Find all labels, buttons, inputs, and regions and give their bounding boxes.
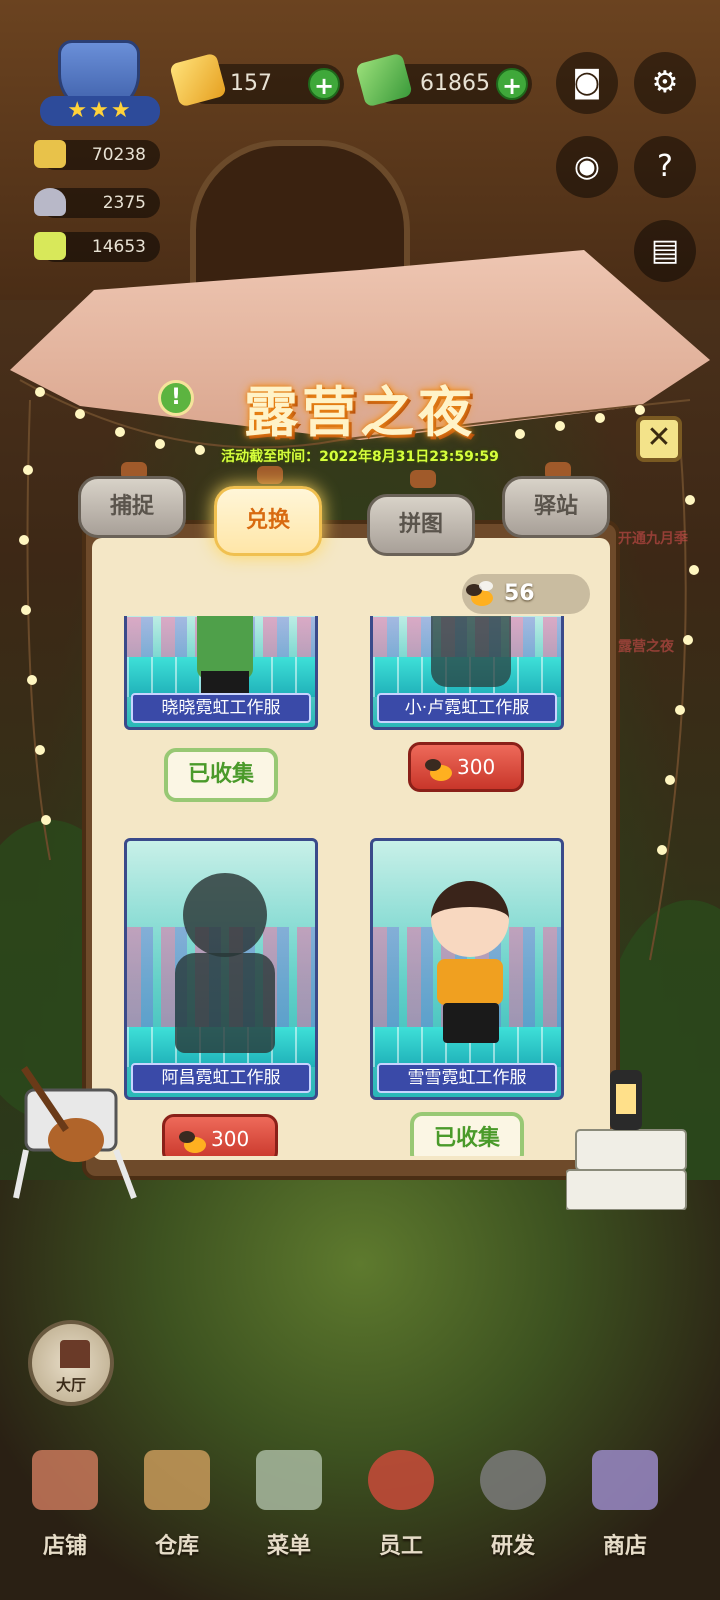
add-gold-button[interactable]: + [308, 68, 340, 100]
price: 300 [211, 1127, 250, 1151]
gold-amount: 157 [230, 71, 272, 96]
nav-menu[interactable]: 菜单 [234, 1440, 344, 1590]
firefly-icon [179, 1131, 206, 1153]
character-figure [197, 616, 253, 679]
eye-icon: ◉ [573, 149, 601, 184]
character-shirt [437, 959, 503, 1005]
add-cash-button[interactable]: + [496, 68, 528, 100]
side-event-label[interactable]: 露营之夜 [618, 636, 674, 656]
character-head [431, 881, 509, 957]
house-icon [60, 1340, 90, 1368]
buy-button[interactable]: 300 [408, 742, 524, 792]
tab-station[interactable]: 驿站 [502, 476, 610, 538]
item-name: 晓晓霓虹工作服 [131, 693, 311, 723]
settings-button[interactable]: ⚙ [634, 52, 696, 114]
item-name: 阿昌霓虹工作服 [131, 1063, 311, 1093]
tab-exchange[interactable]: 兑换 [214, 486, 322, 556]
item-scroll-list[interactable]: 晓晓霓虹工作服 已收集 小·卢霓虹工作服 300 阿昌霓虹工作服 300 雪雪霓… [92, 616, 610, 1156]
event-deadline: 活动截至时间：2022年8月31日23:59:59 [221, 449, 499, 465]
guide-book-button[interactable]: ? [634, 136, 696, 198]
collected-button[interactable]: 已收集 [164, 748, 278, 802]
restaurant-rating-badge[interactable]: ★★★ [40, 40, 160, 126]
character-head-silhouette [183, 873, 267, 957]
close-icon: ✕ [646, 420, 672, 455]
staff-avatar-icon [368, 1450, 434, 1510]
character-body-silhouette [175, 953, 275, 1053]
tab-catch[interactable]: 捕捉 [78, 476, 186, 538]
rating-stars: ★★★ [40, 96, 160, 126]
crate-icon [144, 1450, 210, 1510]
collected-button[interactable]: 已收集 [410, 1112, 524, 1156]
wok-icon [480, 1450, 546, 1510]
character-skirt [443, 1003, 499, 1043]
cloche-icon [34, 188, 66, 216]
view-button[interactable]: ◉ [556, 136, 618, 198]
nav-staff[interactable]: 员工 [346, 1440, 456, 1590]
store-icon [592, 1450, 658, 1510]
tab-puzzle[interactable]: 拼图 [367, 494, 475, 556]
item-name: 小·卢霓虹工作服 [377, 693, 557, 723]
tab-hook [410, 470, 436, 488]
nav-shop-front[interactable]: 店铺 [10, 1440, 120, 1590]
event-info-button[interactable]: ! [158, 380, 194, 416]
buy-button[interactable]: 300 [162, 1114, 278, 1156]
hall-label: 大厅 [55, 1376, 86, 1394]
coin-pile-icon [34, 140, 66, 168]
side-event-label[interactable]: 开通九月季 [618, 528, 688, 548]
bottom-nav: 店铺 仓库 菜单 员工 研发 商店 [0, 1440, 720, 1600]
tab-hook [257, 466, 283, 484]
firefly-icon [466, 581, 493, 606]
nav-store[interactable]: 商店 [570, 1440, 680, 1590]
gear-icon: ⚙ [651, 65, 679, 100]
firefly-count: 56 [504, 581, 535, 606]
item-card-xiaoxiao[interactable]: 晓晓霓虹工作服 [124, 616, 318, 730]
book-question-icon: ? [657, 149, 673, 184]
camping-chair-with-guitar [13, 1066, 137, 1200]
item-card-xuexue[interactable]: 雪雪霓虹工作服 [370, 838, 564, 1100]
price: 300 [457, 755, 496, 779]
firefly-icon [425, 759, 452, 781]
cash-amount: 61865 [420, 71, 490, 96]
nav-research[interactable]: 研发 [458, 1440, 568, 1590]
camera-button[interactable]: ◙ [556, 52, 618, 114]
character-silhouette [431, 616, 511, 687]
close-button[interactable]: ✕ [636, 416, 682, 462]
nav-warehouse[interactable]: 仓库 [122, 1440, 232, 1590]
storage-boxes-with-lantern [566, 1070, 687, 1210]
storefront-icon [32, 1450, 98, 1510]
event-title: 露营之夜 [244, 380, 476, 444]
item-card-achang[interactable]: 阿昌霓虹工作服 [124, 838, 318, 1100]
character-legs [201, 671, 249, 693]
camera-icon: ◙ [572, 65, 602, 100]
item-card-xiaolu[interactable]: 小·卢霓虹工作服 [370, 616, 564, 730]
item-name: 雪雪霓虹工作服 [377, 1063, 557, 1093]
hall-button[interactable]: 大厅 [28, 1320, 114, 1406]
clipboard-icon [256, 1450, 322, 1510]
